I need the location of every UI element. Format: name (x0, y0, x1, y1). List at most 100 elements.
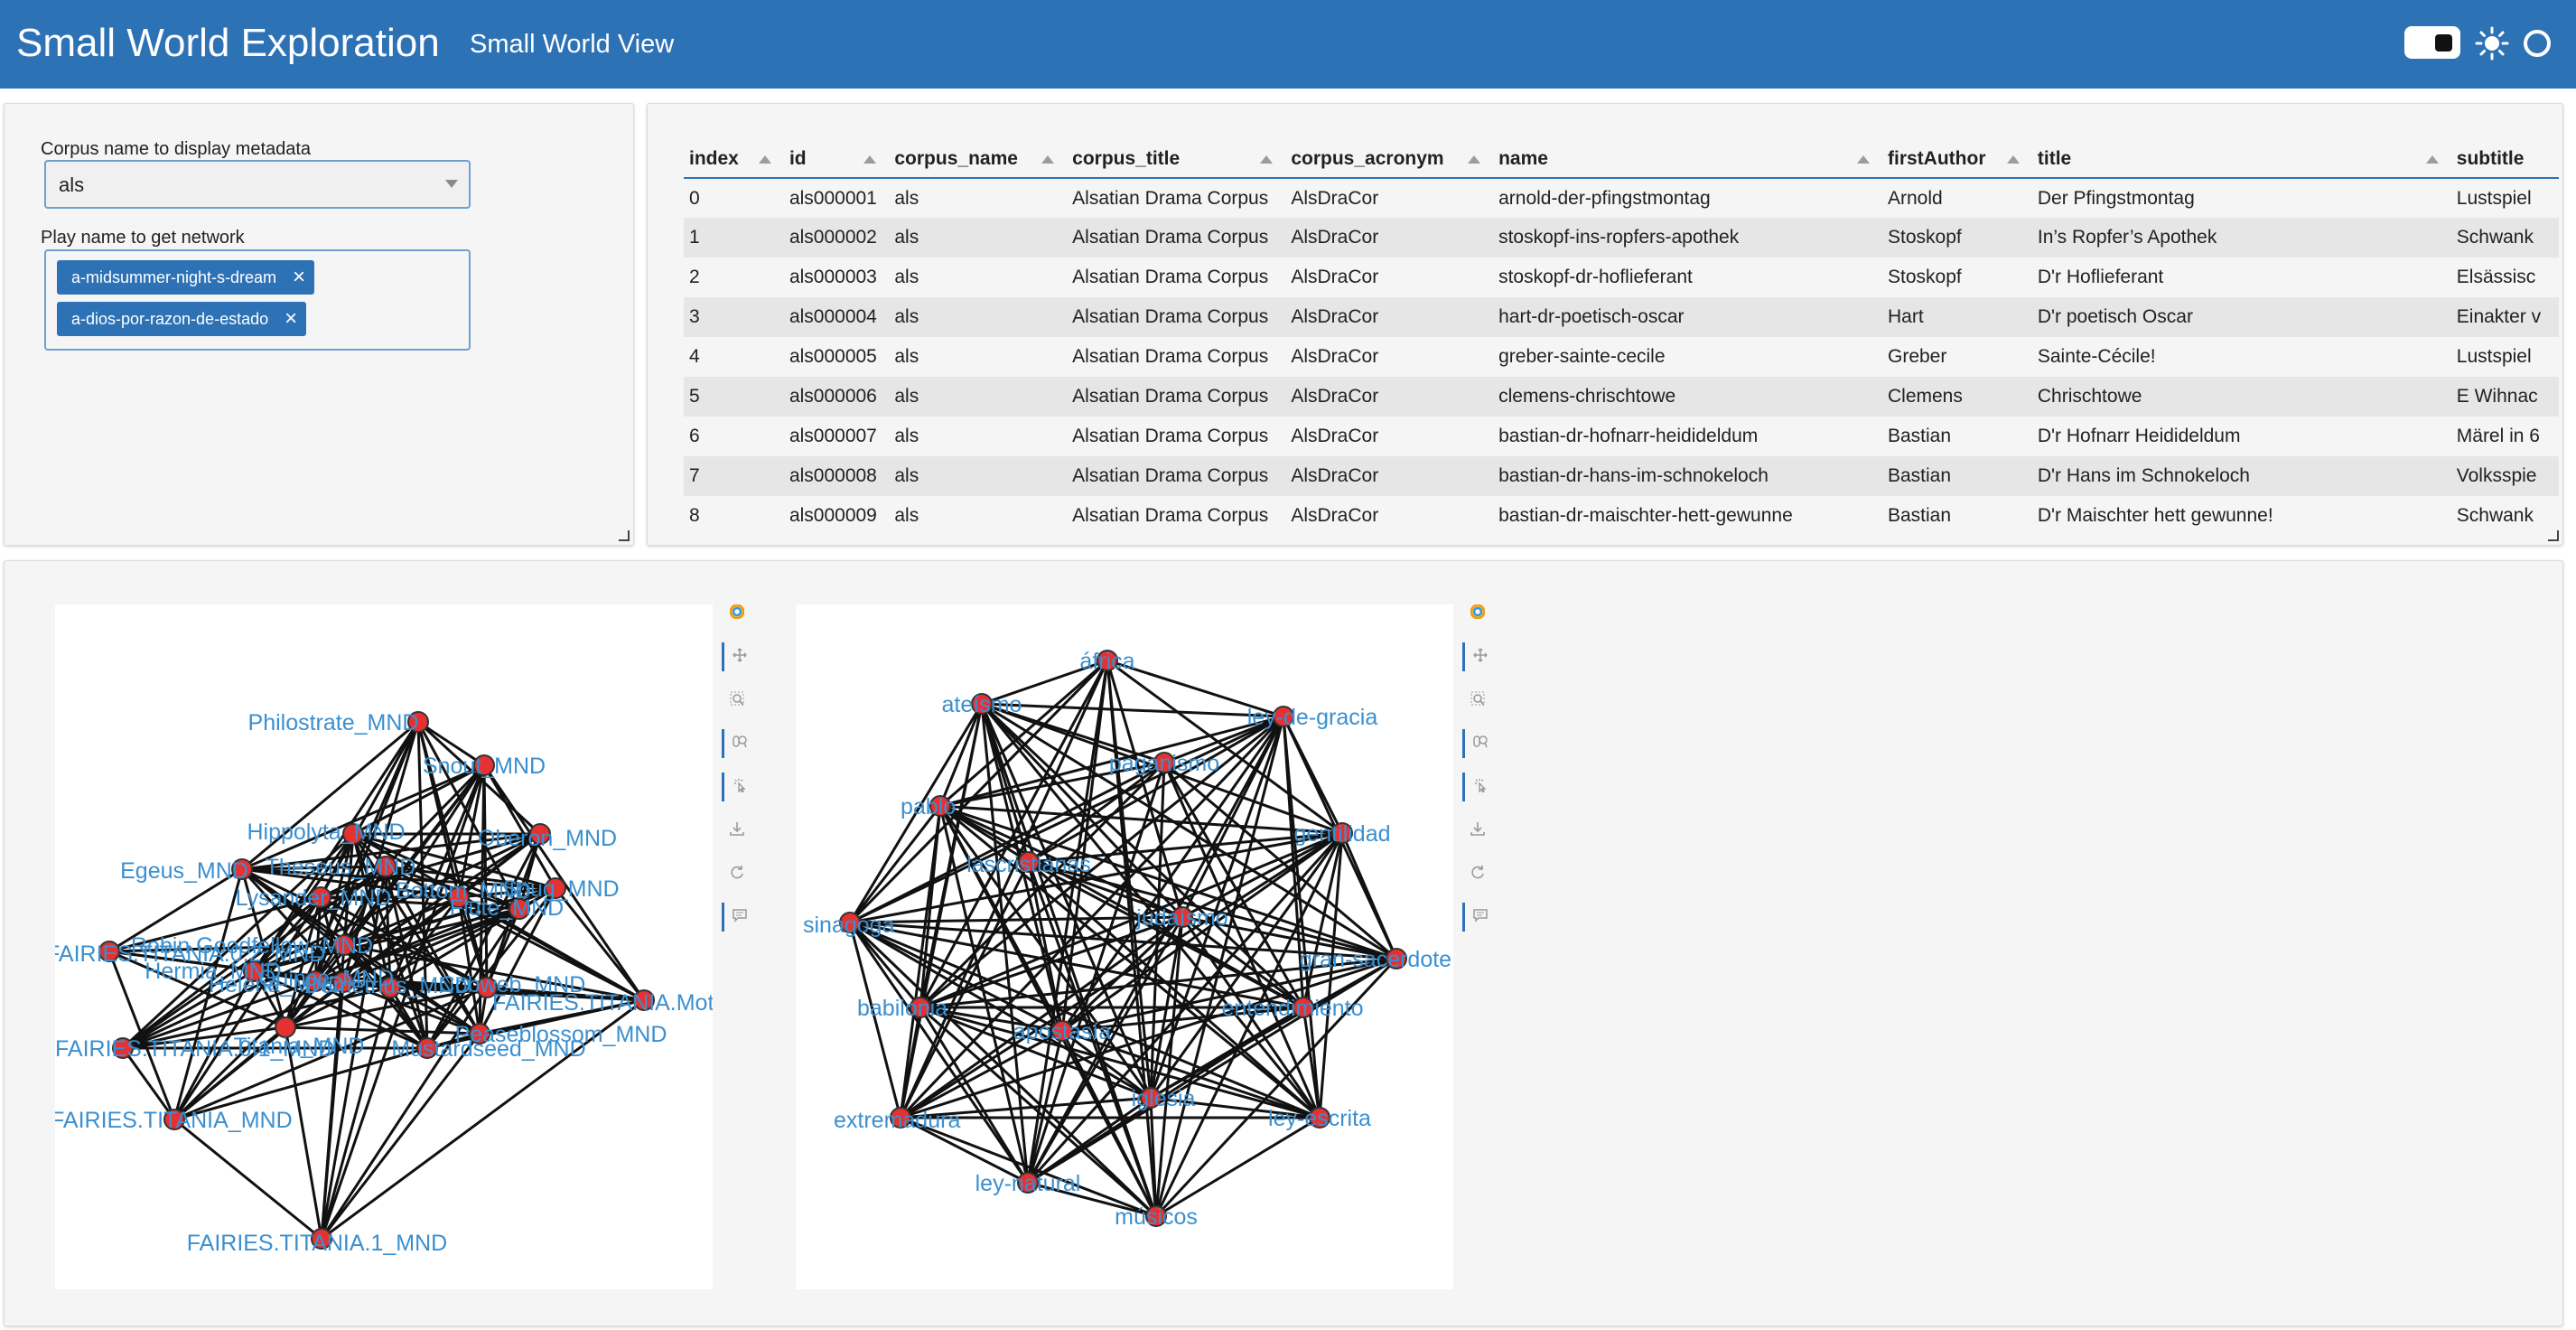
table-cell: als000005 (783, 337, 890, 377)
table-row[interactable]: 7 als000008 als Alsatian Drama Corpus AlsDra… (684, 456, 2559, 496)
play-multiselect[interactable]: a-midsummer-night-s-dream × a-dios-por-r… (44, 249, 471, 351)
node-label: Lysander_MND (236, 885, 392, 911)
resize-handle[interactable] (619, 530, 630, 541)
network-edge (320, 1033, 481, 1240)
corpus-select[interactable]: als (44, 160, 471, 209)
hover-icon[interactable] (1462, 903, 1494, 932)
table-cell: 2 (684, 258, 784, 297)
table-row[interactable]: 6 als000007 als Alsatian Drama Corpus AlsDra… (684, 417, 2559, 456)
table-row[interactable]: 0 als000001 als Alsatian Drama Corpus AlsDra… (684, 178, 2559, 218)
tap-icon[interactable] (1462, 773, 1494, 801)
table-row[interactable]: 4 als000005 als Alsatian Drama Corpus AlsDra… (684, 337, 2559, 377)
bokeh-logo-icon[interactable] (1462, 599, 1491, 628)
node-label: ley-de-gracia (1247, 705, 1378, 730)
sort-icon (1041, 155, 1055, 164)
table-cell: In’s Ropfer’s Apothek (2031, 218, 2451, 258)
table-cell: als (889, 377, 1068, 417)
column-header[interactable]: corpus_acronym (1285, 140, 1494, 179)
table-cell: stoskopf-ins-ropfers-apothek (1493, 218, 1882, 258)
network-edge (1340, 832, 1398, 960)
play-chip[interactable]: a-midsummer-night-s-dream × (57, 260, 315, 295)
table-cell: D'r Hofnarr Heidideldum (2031, 417, 2451, 456)
app-title: Small World Exploration (16, 21, 440, 65)
column-header[interactable]: index (684, 140, 784, 179)
node-label: paganismo (1109, 751, 1219, 776)
network-edge (1106, 659, 1343, 835)
sun-icon[interactable] (2475, 26, 2509, 61)
theme-toggle[interactable] (2404, 26, 2460, 59)
wheel-zoom-icon[interactable] (1462, 729, 1494, 758)
column-header[interactable]: title (2031, 140, 2451, 179)
table-cell: AlsDraCor (1285, 218, 1494, 258)
reset-icon[interactable] (1462, 859, 1491, 888)
table-cell: stoskopf-dr-hoflieferant (1493, 258, 1882, 297)
plot-toolbar (1457, 599, 1497, 979)
node-label: judaísmo (1135, 905, 1227, 931)
close-icon[interactable]: × (285, 302, 297, 336)
column-header[interactable]: firstAuthor (1882, 140, 2032, 179)
table-row[interactable]: 8 als000009 als Alsatian Drama Corpus AlsDra… (684, 496, 2559, 536)
box-zoom-icon[interactable] (1462, 686, 1491, 715)
resize-handle[interactable] (2548, 530, 2559, 541)
table-row[interactable]: 1 als000002 als Alsatian Drama Corpus AlsDra… (684, 218, 2559, 258)
sort-icon (2006, 155, 2020, 164)
table-row[interactable]: 3 als000004 als Alsatian Drama Corpus AlsDra… (684, 297, 2559, 337)
table-cell: als000009 (783, 496, 890, 536)
table-cell: als000007 (783, 417, 890, 456)
column-header[interactable]: corpus_name (889, 140, 1068, 179)
table-cell: Clemens (1882, 377, 2032, 417)
toggle-knob (2435, 34, 2452, 52)
tap-icon[interactable] (722, 773, 753, 801)
table-cell: Der Pfingstmontag (2031, 178, 2451, 218)
table-cell: als000008 (783, 456, 890, 496)
table-row[interactable]: 5 als000006 als Alsatian Drama Corpus AlsDra… (684, 377, 2559, 417)
bokeh-logo-icon[interactable] (722, 599, 751, 628)
hover-icon[interactable] (722, 903, 753, 932)
column-header[interactable]: subtitle (2450, 140, 2559, 179)
node-label: ley-escrita (1268, 1106, 1371, 1131)
pan-icon[interactable] (722, 642, 753, 671)
table-cell: Alsatian Drama Corpus (1067, 417, 1286, 456)
table-cell: als000006 (783, 377, 890, 417)
table-cell: Märel in 6 (2450, 417, 2559, 456)
network-plot[interactable]: Philostrate_MND Snout_MND Hippolyta_MND Obe… (46, 604, 790, 1289)
node-label: Mustardseed_MND (391, 1036, 585, 1062)
table-cell: Lustspiel (2450, 178, 2559, 218)
column-header[interactable]: name (1493, 140, 1882, 179)
network-plot[interactable]: áfrica ateísmo ley-de-gracia paganismo pablo… (796, 604, 1453, 1289)
table-cell: als000004 (783, 297, 890, 337)
table-cell: D'r poetisch Oscar (2031, 297, 2451, 337)
network-graph: Philostrate_MNDSnout_MND Hippolyta_MND Obe… (46, 710, 790, 1256)
table-header-row: index id corpus_name corpus_title corpus… (684, 140, 2559, 179)
node-label: músicos (1115, 1204, 1198, 1230)
pan-icon[interactable] (1462, 642, 1494, 671)
box-zoom-icon[interactable] (722, 686, 751, 715)
network-edge (981, 702, 1284, 718)
table-cell: Einakter v (2450, 297, 2559, 337)
table-cell: D'r Hoflieferant (2031, 258, 2451, 297)
wheel-zoom-icon[interactable] (722, 729, 753, 758)
sort-icon (1857, 155, 1870, 164)
table-cell: 7 (684, 456, 784, 496)
sort-icon (2425, 155, 2439, 164)
table-cell: als (889, 178, 1068, 218)
table-row[interactable]: 2 als000003 als Alsatian Drama Corpus AlsDra… (684, 258, 2559, 297)
close-icon[interactable]: × (293, 260, 305, 295)
node-label: áfrica (1079, 649, 1134, 674)
node-label: FAIRIES.TITANIA_MND (55, 1108, 293, 1133)
save-icon[interactable] (1462, 816, 1491, 845)
node-label: Flute_MND (450, 895, 564, 921)
table-cell: Bastian (1882, 417, 2032, 456)
table-cell: als (889, 456, 1068, 496)
save-icon[interactable] (722, 816, 751, 845)
corpus-select-value: als (59, 173, 85, 196)
node-label: Helena_MND (209, 972, 344, 998)
column-header[interactable]: corpus_title (1067, 140, 1286, 179)
column-header[interactable]: id (783, 140, 890, 179)
node-label: FAIRIES.TITANIA.1_MND (187, 1231, 447, 1256)
table-cell: Alsatian Drama Corpus (1067, 456, 1286, 496)
table-cell: Stoskopf (1882, 258, 2032, 297)
metadata-table-scroll[interactable]: index id corpus_name corpus_title corpus… (684, 140, 2559, 541)
play-chip[interactable]: a-dios-por-razon-de-estado × (57, 302, 307, 336)
reset-icon[interactable] (722, 859, 751, 888)
